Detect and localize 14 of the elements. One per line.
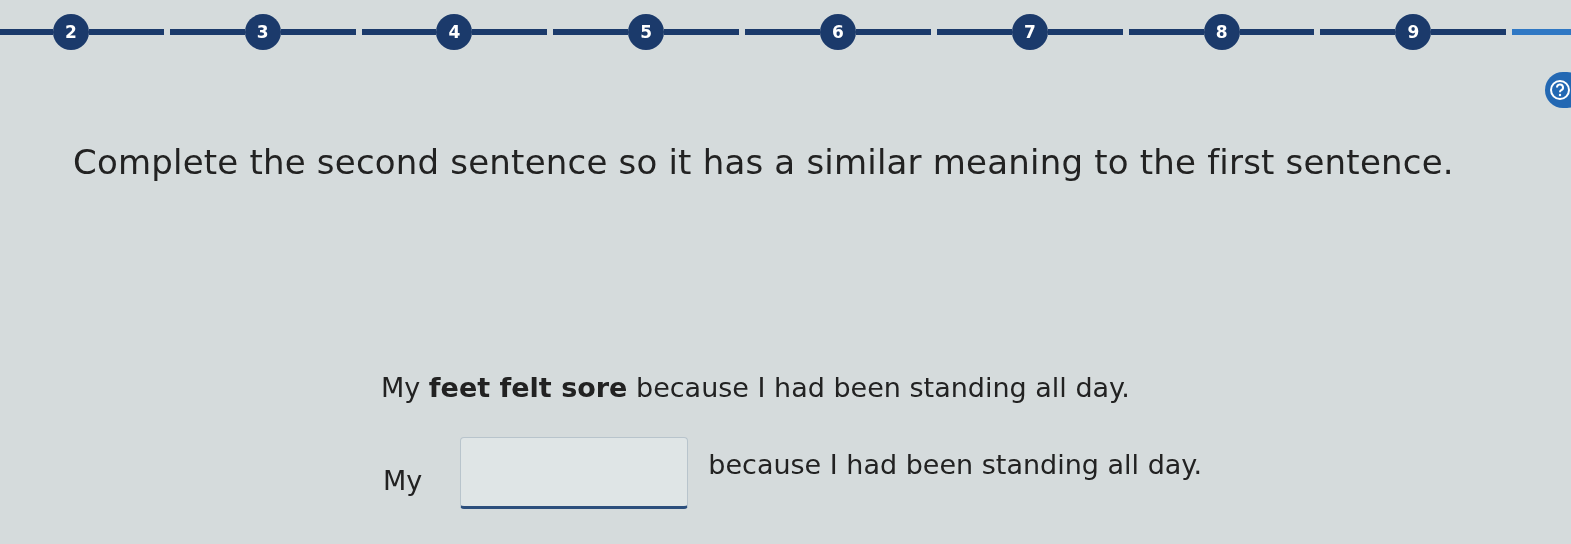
sentence-end: because I had been standing all day.: [708, 449, 1203, 480]
answer-box[interactable]: [460, 437, 689, 509]
step-number[interactable]: 7: [1011, 14, 1048, 50]
step-number[interactable]: 5: [628, 14, 665, 50]
sentence-start: My: [383, 465, 423, 496]
help-icon: [1549, 79, 1571, 101]
step-number[interactable]: 6: [820, 14, 856, 50]
step-number[interactable]: 9: [1395, 14, 1432, 50]
sentence-text: My feet felt sore because I had been standing all day.: [381, 372, 1131, 403]
step-number[interactable]: 2: [52, 14, 89, 50]
step-number[interactable]: 8: [1203, 14, 1240, 50]
step-number[interactable]: 4: [436, 14, 473, 50]
instruction-text: Complete the second sentence so it has a similar meaning to the first sentence.: [73, 142, 1455, 182]
step-number[interactable]: 3: [244, 14, 281, 50]
